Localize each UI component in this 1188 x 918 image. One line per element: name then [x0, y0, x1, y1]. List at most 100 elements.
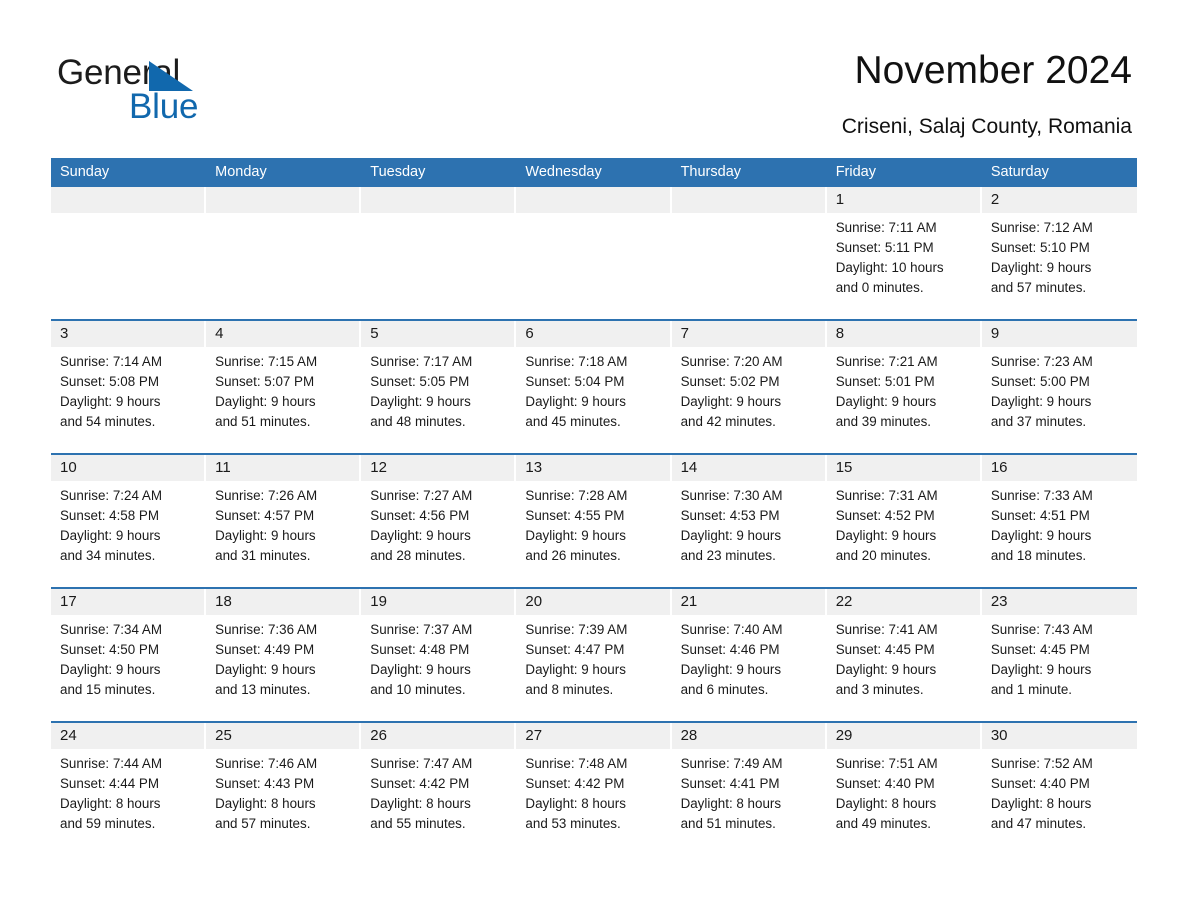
- day-cell[interactable]: 14 Sunrise: 7:30 AM Sunset: 4:53 PM Dayligh…: [671, 455, 827, 587]
- daylight-text: Daylight: 9 hours: [680, 394, 782, 409]
- day-number: 15: [835, 459, 853, 476]
- day-cell[interactable]: 30 Sunrise: 7:52 AM Sunset: 4:40 PM Dayligh…: [981, 723, 1137, 855]
- weekday-header-saturday: Saturday: [990, 164, 1049, 180]
- day-cell[interactable]: 27 Sunrise: 7:48 AM Sunset: 4:42 PM Dayligh…: [516, 723, 672, 855]
- sunrise-text: Sunrise: 7:49 AM: [680, 756, 783, 771]
- day-number-band: 28: [671, 723, 827, 749]
- daylight-text: Daylight: 9 hours: [835, 528, 937, 543]
- daylight-text: and 48 minutes.: [370, 414, 466, 429]
- day-number: 18: [215, 593, 232, 610]
- sunrise-text: Sunrise: 7:41 AM: [835, 622, 938, 637]
- day-cell[interactable]: 13 Sunrise: 7:28 AM Sunset: 4:55 PM Dayligh…: [516, 455, 672, 587]
- day-details: Sunrise: 7:20 AM Sunset: 5:02 PM Daylight:…: [672, 347, 827, 453]
- day-details: Sunrise: 7:51 AM Sunset: 4:40 PM Daylight:…: [827, 749, 982, 855]
- day-number-band: 29: [826, 723, 982, 749]
- day-cell[interactable]: 15 Sunrise: 7:31 AM Sunset: 4:52 PM Dayligh…: [826, 455, 982, 587]
- day-details: Sunrise: 7:48 AM Sunset: 4:42 PM Daylight:…: [516, 749, 671, 855]
- daylight-text: and 51 minutes.: [215, 414, 311, 429]
- general-blue-logo[interactable]: General Blue: [57, 52, 317, 128]
- daylight-text: and 3 minutes.: [835, 682, 924, 697]
- day-cell[interactable]: 29 Sunrise: 7:51 AM Sunset: 4:40 PM Dayligh…: [826, 723, 982, 855]
- day-number-band: 30: [981, 723, 1137, 749]
- sunrise-text: Sunrise: 7:37 AM: [370, 622, 473, 637]
- daylight-text: and 55 minutes.: [370, 816, 466, 831]
- day-cell[interactable]: 20 Sunrise: 7:39 AM Sunset: 4:47 PM Dayligh…: [516, 589, 672, 721]
- calendar-week-row: 24 Sunrise: 7:44 AM Sunset: 4:44 PM Dayligh…: [51, 721, 1137, 855]
- day-cell[interactable]: 24 Sunrise: 7:44 AM Sunset: 4:44 PM Dayligh…: [51, 723, 207, 855]
- day-cell[interactable]: 8 Sunrise: 7:21 AM Sunset: 5:01 PM Daylight…: [826, 321, 982, 453]
- day-cell[interactable]: 11 Sunrise: 7:26 AM Sunset: 4:57 PM Dayligh…: [206, 455, 362, 587]
- day-number: 2: [990, 191, 1000, 208]
- day-cell-empty: [671, 187, 827, 319]
- day-number-band: [51, 187, 207, 213]
- sunrise-text: Sunrise: 7:44 AM: [60, 756, 162, 771]
- day-details: Sunrise: 7:47 AM Sunset: 4:42 PM Daylight:…: [361, 749, 516, 855]
- day-cell[interactable]: 25 Sunrise: 7:46 AM Sunset: 4:43 PM Dayligh…: [206, 723, 362, 855]
- sunrise-text: Sunrise: 7:17 AM: [370, 354, 473, 369]
- week-cells: 3 Sunrise: 7:14 AM Sunset: 5:08 PM Daylight…: [51, 321, 1137, 453]
- daylight-text: Daylight: 9 hours: [990, 394, 1092, 409]
- daylight-text: Daylight: 8 hours: [990, 796, 1092, 811]
- sunset-text: Sunset: 4:56 PM: [370, 508, 470, 523]
- sunrise-text: Sunrise: 7:21 AM: [835, 354, 938, 369]
- day-number-band: 12: [361, 455, 517, 481]
- day-details: [51, 213, 206, 319]
- week-cells: 17 Sunrise: 7:34 AM Sunset: 4:50 PM Dayligh…: [51, 589, 1137, 721]
- day-cell[interactable]: 16 Sunrise: 7:33 AM Sunset: 4:51 PM Dayligh…: [981, 455, 1137, 587]
- day-details: Sunrise: 7:49 AM Sunset: 4:41 PM Daylight:…: [672, 749, 827, 855]
- day-details: Sunrise: 7:26 AM Sunset: 4:57 PM Daylight:…: [206, 481, 361, 587]
- daylight-text: Daylight: 9 hours: [215, 528, 316, 543]
- day-cell[interactable]: 19 Sunrise: 7:37 AM Sunset: 4:48 PM Dayligh…: [361, 589, 517, 721]
- day-cell[interactable]: 23 Sunrise: 7:43 AM Sunset: 4:45 PM Dayligh…: [981, 589, 1137, 721]
- daylight-text: Daylight: 9 hours: [835, 662, 937, 677]
- day-number-band: 22: [826, 589, 982, 615]
- day-cell-empty: [361, 187, 517, 319]
- day-details: Sunrise: 7:43 AM Sunset: 4:45 PM Daylight:…: [982, 615, 1137, 721]
- daylight-text: Daylight: 9 hours: [60, 528, 161, 543]
- day-cell[interactable]: 2 Sunrise: 7:12 AM Sunset: 5:10 PM Daylight…: [981, 187, 1137, 319]
- daylight-text: and 8 minutes.: [525, 682, 614, 697]
- sunrise-text: Sunrise: 7:20 AM: [680, 354, 783, 369]
- day-cell[interactable]: 21 Sunrise: 7:40 AM Sunset: 4:46 PM Dayligh…: [671, 589, 827, 721]
- day-number: 20: [525, 593, 543, 610]
- day-cell[interactable]: 3 Sunrise: 7:14 AM Sunset: 5:08 PM Daylight…: [51, 321, 207, 453]
- day-number-band: 26: [361, 723, 517, 749]
- week-cells: 10 Sunrise: 7:24 AM Sunset: 4:58 PM Dayligh…: [51, 455, 1137, 587]
- day-cell[interactable]: 5 Sunrise: 7:17 AM Sunset: 5:05 PM Daylight…: [361, 321, 517, 453]
- day-cell[interactable]: 12 Sunrise: 7:27 AM Sunset: 4:56 PM Dayligh…: [361, 455, 517, 587]
- daylight-text: and 23 minutes.: [680, 548, 776, 563]
- day-cell[interactable]: 18 Sunrise: 7:36 AM Sunset: 4:49 PM Dayligh…: [206, 589, 362, 721]
- sunset-text: Sunset: 4:40 PM: [835, 776, 935, 791]
- calendar-week-row: 10 Sunrise: 7:24 AM Sunset: 4:58 PM Dayligh…: [51, 453, 1137, 587]
- day-cell[interactable]: 28 Sunrise: 7:49 AM Sunset: 4:41 PM Dayligh…: [671, 723, 827, 855]
- day-cell[interactable]: 26 Sunrise: 7:47 AM Sunset: 4:42 PM Dayligh…: [361, 723, 517, 855]
- daylight-text: and 18 minutes.: [990, 548, 1087, 563]
- day-number-band: 5: [361, 321, 517, 347]
- weekday-header-monday: Monday: [215, 164, 267, 180]
- day-number-band: 21: [671, 589, 827, 615]
- daylight-text: and 13 minutes.: [215, 682, 311, 697]
- day-cell[interactable]: 9 Sunrise: 7:23 AM Sunset: 5:00 PM Daylight…: [981, 321, 1137, 453]
- sunrise-text: Sunrise: 7:34 AM: [60, 622, 162, 637]
- day-cell[interactable]: 4 Sunrise: 7:15 AM Sunset: 5:07 PM Daylight…: [206, 321, 362, 453]
- day-number-band: 3: [51, 321, 207, 347]
- day-cell[interactable]: 10 Sunrise: 7:24 AM Sunset: 4:58 PM Dayligh…: [51, 455, 207, 587]
- daylight-text: and 10 minutes.: [370, 682, 466, 697]
- day-cell[interactable]: 6 Sunrise: 7:18 AM Sunset: 5:04 PM Daylight…: [516, 321, 672, 453]
- day-cell[interactable]: 22 Sunrise: 7:41 AM Sunset: 4:45 PM Dayligh…: [826, 589, 982, 721]
- sunrise-text: Sunrise: 7:43 AM: [990, 622, 1093, 637]
- calendar-week-row: 3 Sunrise: 7:14 AM Sunset: 5:08 PM Daylight…: [51, 319, 1137, 453]
- day-number: 7: [680, 325, 689, 342]
- day-cell[interactable]: 17 Sunrise: 7:34 AM Sunset: 4:50 PM Dayligh…: [51, 589, 207, 721]
- sunrise-text: Sunrise: 7:51 AM: [835, 756, 938, 771]
- daylight-text: Daylight: 9 hours: [990, 662, 1092, 677]
- calendar-weeks: 1 Sunrise: 7:11 AM Sunset: 5:11 PM Daylight…: [51, 187, 1137, 855]
- day-details: Sunrise: 7:18 AM Sunset: 5:04 PM Daylight:…: [516, 347, 671, 453]
- day-cell[interactable]: 7 Sunrise: 7:20 AM Sunset: 5:02 PM Daylight…: [671, 321, 827, 453]
- day-details: Sunrise: 7:31 AM Sunset: 4:52 PM Daylight:…: [827, 481, 982, 587]
- day-cell[interactable]: 1 Sunrise: 7:11 AM Sunset: 5:11 PM Daylight…: [826, 187, 982, 319]
- day-details: Sunrise: 7:23 AM Sunset: 5:00 PM Daylight:…: [982, 347, 1137, 453]
- daylight-text: Daylight: 9 hours: [835, 394, 937, 409]
- day-number: 19: [370, 593, 387, 610]
- day-number-band: 17: [51, 589, 207, 615]
